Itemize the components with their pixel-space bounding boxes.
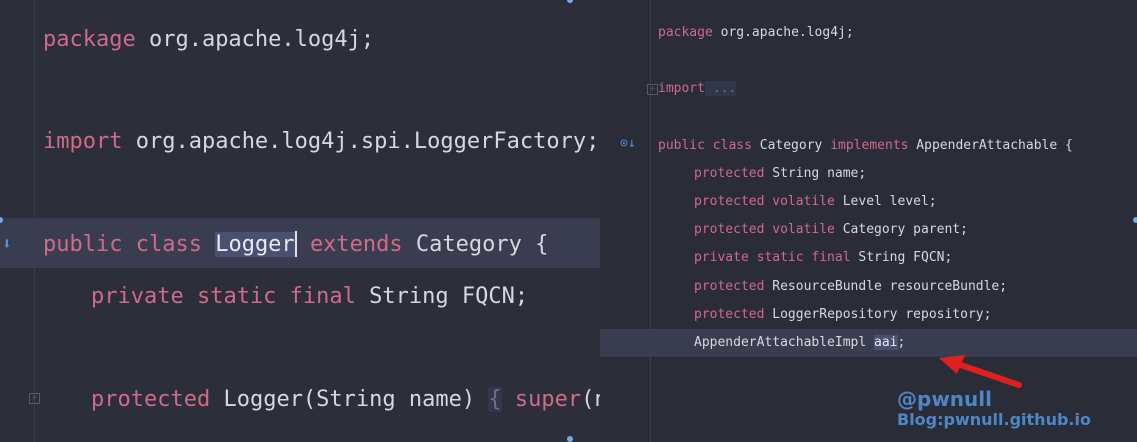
override-gutter-icon[interactable]: ⬇ (2, 234, 12, 253)
selected-identifier[interactable]: aai (874, 335, 898, 350)
identifier: String FQCN; (355, 284, 529, 309)
identifier: Category parent; (834, 222, 968, 237)
identifier: String name; (764, 166, 867, 181)
keyword: implements (830, 138, 909, 153)
identifier: org.apache.log4j; (712, 25, 854, 40)
keyword: package (43, 27, 136, 52)
right-editor-pane[interactable]: package org.apache.log4j; + import ... ⊙… (600, 0, 1137, 442)
code-line-class-declaration[interactable]: public class Logger extends Category { (43, 230, 548, 260)
identifier: (name); (581, 387, 600, 412)
implementations-gutter-icon[interactable]: ⊙↓ (620, 136, 636, 151)
code-line-field-fqcn[interactable]: private static final String FQCN; (43, 282, 528, 312)
fold-toggle-icon[interactable]: + (647, 84, 658, 95)
code-line-field[interactable]: protected ResourceBundle resourceBundle; (658, 278, 1007, 296)
keyword: protected (694, 166, 765, 181)
fold-brace-open[interactable]: { (488, 387, 502, 412)
code-line-field[interactable]: protected LoggerRepository repository; (658, 306, 991, 324)
code-line-constructor[interactable]: protected Logger(String name) { super(na… (43, 385, 600, 415)
code-line-class-declaration[interactable]: public class Category implements Appende… (658, 137, 1073, 155)
keyword: super (514, 387, 582, 412)
selection-handle[interactable] (567, 436, 573, 442)
identifier: LoggerRepository repository; (764, 307, 992, 322)
code-line-package[interactable]: package org.apache.log4j; (658, 24, 854, 42)
identifier: String FQCN; (850, 250, 953, 265)
identifier: ; (897, 335, 906, 350)
keyword: package (658, 25, 713, 40)
identifier: Level level; (834, 194, 937, 209)
identifier: Category { (402, 232, 549, 257)
keyword: protected (694, 307, 765, 322)
code-line-import[interactable]: import org.apache.log4j.spi.LoggerFactor… (43, 127, 599, 157)
code-line-aai-field[interactable]: AppenderAttachableImpl aai; (658, 334, 905, 352)
keyword: import (43, 129, 123, 154)
selected-identifier[interactable]: Logger (215, 232, 295, 257)
identifier: Category (751, 138, 831, 153)
watermark-handle: @pwnull (897, 387, 992, 411)
watermark: @pwnull Blog:pwnull.github.io (897, 388, 1091, 430)
folded-imports[interactable]: ... (704, 81, 737, 96)
identifier: org.apache.log4j; (135, 27, 375, 52)
identifier: Logger(String name) (210, 387, 489, 412)
keyword: protected (694, 279, 765, 294)
keyword: public class (658, 138, 752, 153)
fold-toggle-icon[interactable]: + (29, 393, 40, 404)
code-line-field[interactable]: protected String name; (658, 165, 866, 183)
selection-handle[interactable] (1133, 217, 1137, 223)
keyword: protected volatile (694, 194, 835, 209)
identifier: AppenderAttachable { (908, 138, 1073, 153)
code-line-package[interactable]: package org.apache.log4j; (43, 25, 374, 55)
keyword: private static final (91, 284, 356, 309)
left-editor-pane[interactable]: package org.apache.log4j; import org.apa… (0, 0, 600, 442)
identifier: org.apache.log4j.spi.LoggerFactory; (122, 129, 600, 154)
keyword: protected (91, 387, 211, 412)
code-line-field[interactable]: protected volatile Level level; (658, 193, 937, 211)
code-line-import-folded[interactable]: import ... (658, 80, 737, 98)
keyword: extends (309, 232, 403, 257)
keyword: private static final (694, 250, 851, 265)
identifier: ResourceBundle resourceBundle; (764, 279, 1008, 294)
keyword: import (658, 81, 705, 96)
keyword: protected volatile (694, 222, 835, 237)
code-line-field[interactable]: protected volatile Category parent; (658, 221, 968, 239)
keyword: public class (43, 232, 202, 257)
code-line-field[interactable]: private static final String FQCN; (658, 249, 952, 267)
identifier: AppenderAttachableImpl (694, 335, 875, 350)
gutter-divider (650, 0, 651, 442)
watermark-blog-url: Blog:pwnull.github.io (897, 410, 1091, 429)
red-arrow-annotation (939, 355, 1022, 388)
